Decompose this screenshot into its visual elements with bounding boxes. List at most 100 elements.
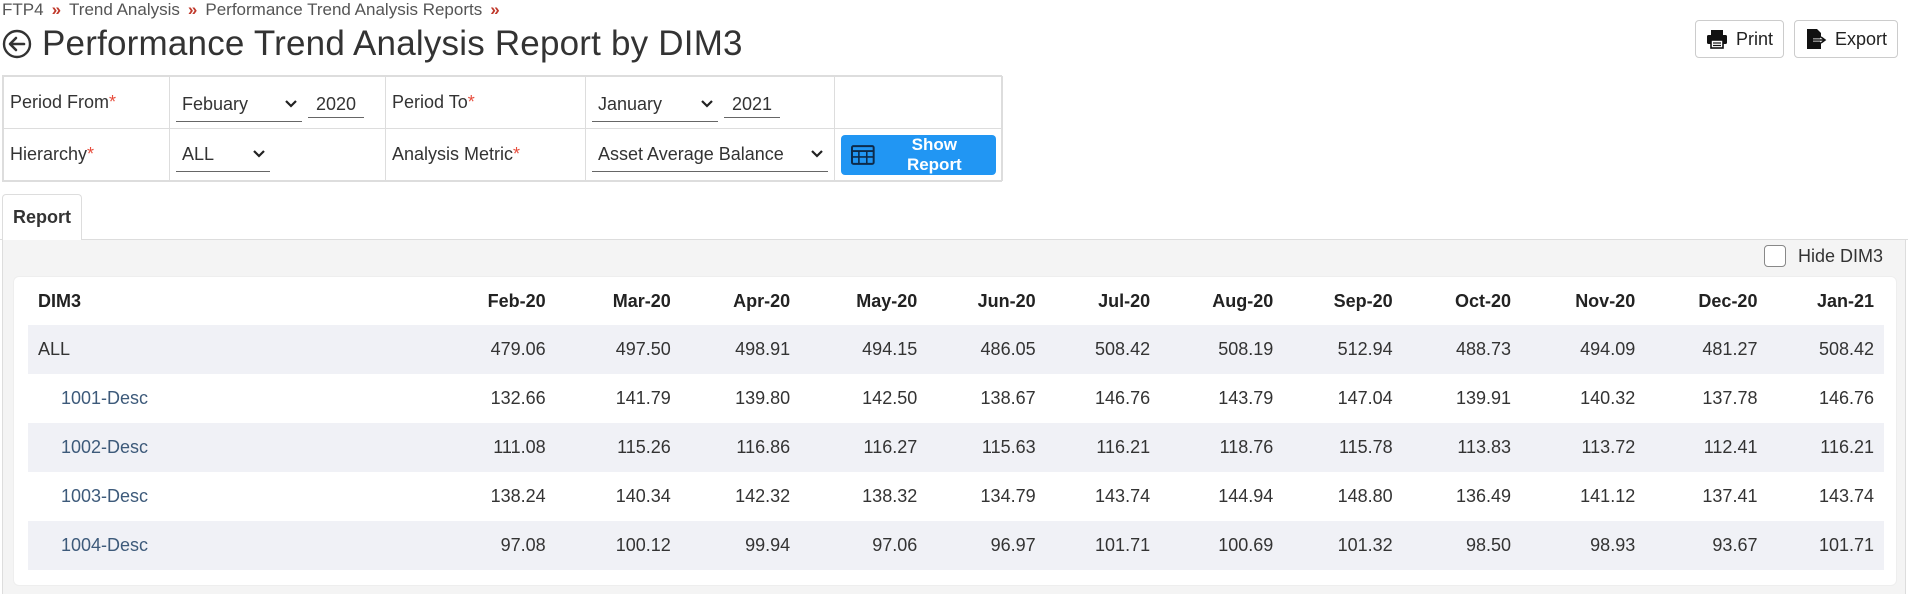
row-dim3-name[interactable]: 1003-Desc	[28, 472, 438, 521]
table-cell-value: 138.32	[862, 486, 918, 506]
row-dim3-name[interactable]: 1004-Desc	[28, 521, 439, 570]
table-cell-value: 512.94	[1283, 325, 1403, 374]
row-dim3-name[interactable]: 1002-Desc	[28, 423, 439, 472]
breadcrumb-item-ftp4[interactable]: FTP4	[2, 0, 44, 20]
table-cell-value: 100.12	[555, 521, 681, 570]
breadcrumb-separator: »	[51, 0, 62, 19]
table-cell-value: 147.04	[1337, 388, 1393, 408]
column-header[interactable]: May-20	[800, 277, 927, 325]
filter-panel: Period From * Febuary 2020 Period To* Jan…	[2, 75, 1003, 182]
table-cell-value: 486.05	[927, 325, 1046, 374]
column-header[interactable]: Nov-20	[1521, 277, 1645, 325]
report-table: DIM3 Feb-20 Mar-20 Apr-20 May-20 Jun-20 …	[28, 277, 1884, 570]
table-row[interactable]: 1003-Desc 138.24 140.34 142.32 138.32 134.79 1…	[28, 472, 1884, 521]
column-header[interactable]: DIM3	[28, 277, 438, 325]
table-cell-value: 498.91	[680, 325, 801, 374]
metric-label-cell: Analysis Metric*	[385, 128, 586, 181]
period-to-inputs: January 2021	[585, 76, 835, 129]
table-cell-value: 508.19	[1160, 325, 1284, 374]
period-to-year-input[interactable]: 2021	[724, 84, 781, 118]
table-cell-value: 134.79	[980, 486, 1036, 506]
hierarchy-label-cell: Hierarchy*	[3, 128, 170, 181]
analysis-metric-select[interactable]: Asset Average Balance	[592, 138, 828, 172]
hide-dim3-toggle[interactable]: Hide DIM3	[1763, 245, 1883, 267]
row-dim3-name: ALL	[28, 325, 439, 374]
table-cell-value: 481.27	[1645, 325, 1768, 374]
breadcrumb-item-trend-analysis[interactable]: Trend Analysis	[69, 0, 180, 20]
column-header[interactable]: Oct-20	[1403, 277, 1521, 325]
required-mark: *	[513, 144, 521, 164]
table-row[interactable]: 1002-Desc 111.08 115.26 116.86 116.27 115.63 1…	[28, 423, 1884, 472]
show-report-button[interactable]: Show Report	[841, 134, 996, 175]
table-cell-value: 93.67	[1645, 521, 1768, 570]
table-row[interactable]: 1001-Desc 132.66 141.79 139.80 142.50 138.67 1…	[28, 374, 1884, 423]
table-cell-value: 100.69	[1160, 521, 1284, 570]
column-header[interactable]: Jun-20	[927, 277, 1045, 325]
row-dim3-name[interactable]: 1001-Desc	[28, 374, 438, 423]
period-from-year-input[interactable]: 2020	[308, 84, 365, 118]
required-mark: *	[87, 144, 95, 164]
table-icon	[851, 144, 875, 165]
hierarchy-select[interactable]: ALL	[176, 138, 270, 172]
column-header[interactable]: Jan-21	[1767, 277, 1884, 325]
table-cell-value: 143.74	[1095, 486, 1151, 506]
page-title: Performance Trend Analysis Report by DIM…	[42, 24, 743, 63]
period-from-month-value: Febuary	[182, 93, 249, 114]
table-cell-value: 132.66	[490, 388, 546, 408]
table-cell-value: 98.93	[1521, 521, 1646, 570]
period-from-month-select[interactable]: Febuary	[176, 88, 302, 122]
column-header[interactable]: Feb-20	[438, 277, 555, 325]
column-header[interactable]: Aug-20	[1160, 277, 1283, 325]
export-button[interactable]: Export	[1793, 20, 1898, 58]
chevron-down-icon	[253, 150, 265, 158]
period-from-label: Period From	[10, 92, 110, 112]
table-cell-value: 138.67	[980, 388, 1036, 408]
chevron-down-icon	[701, 100, 713, 108]
column-header[interactable]: Sep-20	[1283, 277, 1402, 325]
column-header[interactable]: Mar-20	[556, 277, 681, 325]
empty-cell	[834, 76, 1003, 129]
table-cell-value: 116.21	[1045, 423, 1161, 472]
period-to-month-select[interactable]: January	[592, 88, 718, 122]
table-cell-value: 113.72	[1521, 423, 1646, 472]
table-cell-value: 508.42	[1045, 325, 1161, 374]
metric-inputs: Asset Average Balance	[585, 128, 835, 181]
hide-dim3-checkbox[interactable]	[1763, 245, 1786, 267]
table-row[interactable]: 1004-Desc 97.08 100.12 99.94 97.06 96.97 101.7…	[28, 521, 1884, 570]
table-cell-value: 139.80	[735, 388, 791, 408]
title-row: Performance Trend Analysis Report by DIM…	[2, 24, 743, 64]
export-label: Export	[1834, 28, 1887, 49]
period-to-label-cell: Period To*	[385, 76, 586, 129]
table-cell-value: 479.06	[438, 325, 556, 374]
breadcrumb-separator: »	[490, 0, 500, 19]
table-cell-value: 111.08	[438, 423, 556, 472]
table-cell-value: 146.76	[1818, 388, 1874, 408]
hide-dim3-label: Hide DIM3	[1797, 245, 1883, 266]
back-arrow-icon[interactable]	[2, 29, 32, 59]
table-cell-value: 101.71	[1767, 521, 1884, 570]
table-cell-value: 115.26	[555, 423, 681, 472]
table-cell-value: 115.78	[1283, 423, 1403, 472]
table-cell-value: 112.41	[1645, 423, 1768, 472]
table-cell-value: 115.63	[927, 423, 1046, 472]
breadcrumb-item-reports[interactable]: Performance Trend Analysis Reports	[205, 0, 482, 20]
table-cell-value: 143.74	[1818, 486, 1874, 506]
header-row: DIM3 Feb-20 Mar-20 Apr-20 May-20 Jun-20 …	[28, 277, 1884, 325]
chevron-down-icon	[811, 150, 823, 158]
column-header[interactable]: Apr-20	[681, 277, 800, 325]
report-card: DIM3 Feb-20 Mar-20 Apr-20 May-20 Jun-20 …	[13, 276, 1897, 586]
table-cell-value: 497.50	[555, 325, 681, 374]
chevron-down-icon	[285, 100, 297, 108]
table-cell-value: 148.80	[1337, 486, 1393, 506]
column-header[interactable]: Dec-20	[1645, 277, 1767, 325]
table-cell-value: 140.34	[615, 486, 671, 506]
tab-strip: Report	[0, 194, 1908, 241]
table-cell-value: 138.24	[490, 486, 546, 506]
print-button[interactable]: Print	[1694, 20, 1784, 58]
required-mark: *	[467, 92, 475, 112]
printer-icon	[1706, 30, 1727, 49]
table-cell-value: 141.12	[1580, 486, 1636, 506]
table-row[interactable]: ALL 479.06 497.50 498.91 494.15 486.05 508.42 5…	[28, 325, 1884, 374]
tab-report[interactable]: Report	[2, 194, 82, 241]
column-header[interactable]: Jul-20	[1046, 277, 1160, 325]
